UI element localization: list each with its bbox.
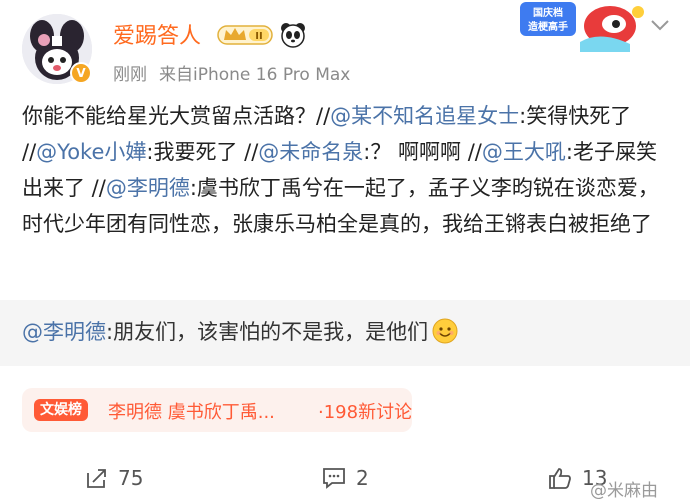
repost-content: :朋友们，该害怕的不是我，是他们 xyxy=(106,320,429,344)
chevron-down-icon[interactable] xyxy=(650,18,670,32)
user-mention[interactable]: @未命名泉 xyxy=(258,140,363,164)
post-body: 你能不能给星光大赏留点活路？//@某不知名追星女士:笑得快死了 //@Yoke小… xyxy=(22,98,670,242)
post-header: V 爱踢答人 II 刚刚 来自iPhone 16 Pro Max 国庆档 造梗高手 xyxy=(0,0,690,95)
user-mention[interactable]: @王大吼 xyxy=(482,140,566,164)
topic-tag: 文娱榜 xyxy=(34,399,88,421)
repost-block[interactable]: @李明德:朋友们，该害怕的不是我，是他们 xyxy=(0,300,690,366)
comment-count: 2 xyxy=(356,466,369,490)
watermark: @米麻由 xyxy=(590,481,658,501)
topic-title: 李明德 虞书欣丁禹... xyxy=(108,402,275,423)
user-mention[interactable]: @Yoke小嬅 xyxy=(36,140,146,164)
post-source: 来自iPhone 16 Pro Max xyxy=(159,65,351,85)
member-crown-icon: II xyxy=(217,25,273,45)
panda-icon xyxy=(281,23,305,48)
post-text-segment: :我要死了 // xyxy=(146,140,259,164)
comment-button[interactable]: 2 xyxy=(322,466,369,490)
share-count: 75 xyxy=(118,466,144,490)
level-badge-text: II xyxy=(255,31,262,42)
repost-mention[interactable]: @李明德 xyxy=(22,320,106,344)
post-time: 刚刚 xyxy=(113,65,147,85)
svg-text:造梗高手: 造梗高手 xyxy=(528,20,568,33)
svg-text:国庆档: 国庆档 xyxy=(533,6,563,19)
post-meta: 刚刚 来自iPhone 16 Pro Max xyxy=(113,60,362,85)
repost-text: @李明德:朋友们，该害怕的不是我，是他们 xyxy=(22,315,458,349)
author-name[interactable]: 爱踢答人 xyxy=(113,18,201,50)
smiley-emoji-icon xyxy=(432,318,458,344)
action-bar: 75 2 13 xyxy=(0,458,690,502)
topic-card[interactable]: 文娱榜 李明德 虞书欣丁禹... ·198新讨论 xyxy=(22,388,412,432)
thumbs-up-icon xyxy=(549,468,571,489)
post-text-segment: 你能不能给星光大赏留点活路？// xyxy=(22,104,331,128)
topic-count: ·198新讨论 xyxy=(318,402,413,423)
user-mention[interactable]: @某不知名追星女士 xyxy=(330,104,519,128)
share-icon xyxy=(87,469,106,488)
share-button[interactable]: 75 xyxy=(86,466,143,490)
promo-banner[interactable]: 国庆档 造梗高手 xyxy=(510,0,650,52)
user-mention[interactable]: @李明德 xyxy=(106,176,190,200)
comment-icon xyxy=(323,468,345,489)
post-text-segment: :？ 啊啊啊 // xyxy=(363,140,482,164)
verified-badge: V xyxy=(70,62,92,84)
